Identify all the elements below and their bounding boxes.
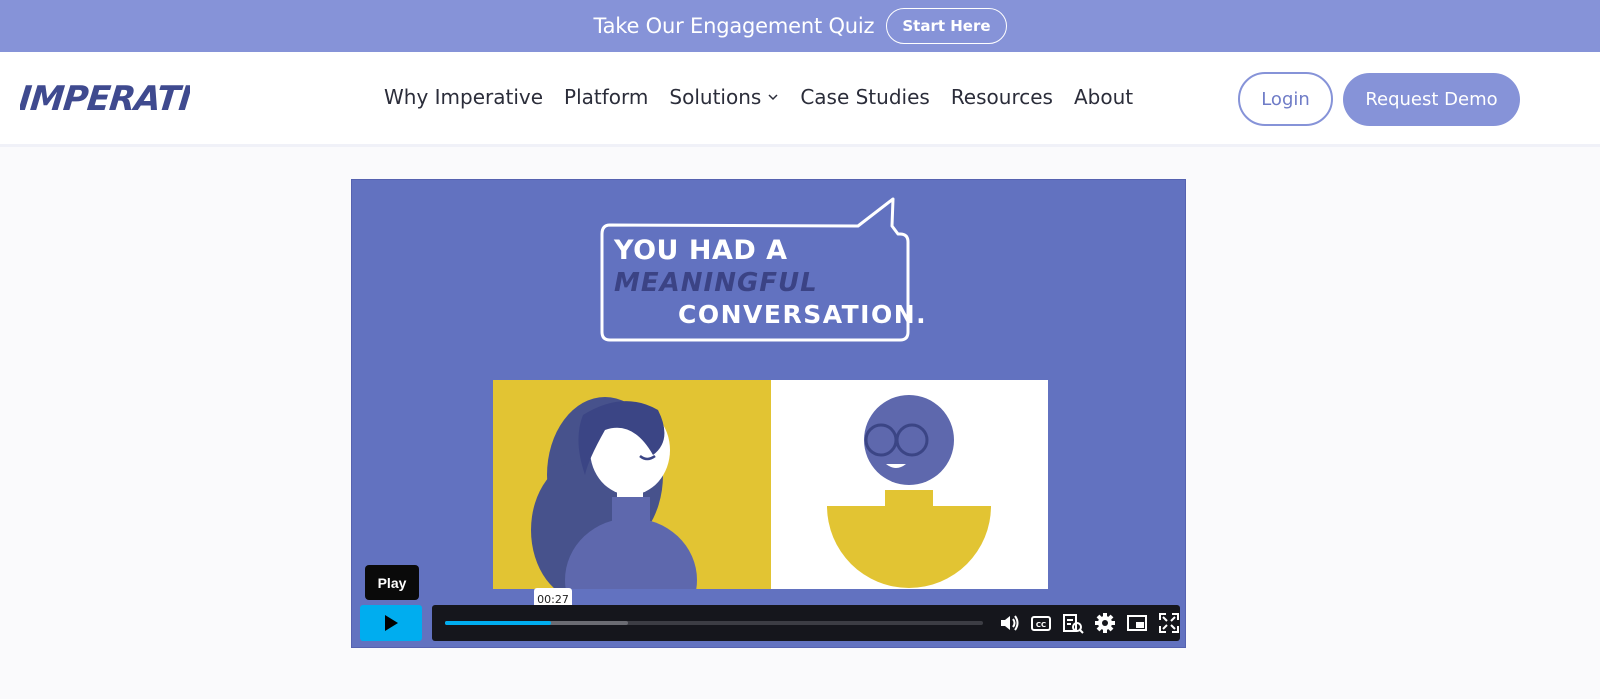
woman-illustration <box>493 380 771 589</box>
transcript-icon[interactable] <box>1062 612 1084 634</box>
nav-label: Solutions <box>669 85 762 109</box>
nav-case-studies[interactable]: Case Studies <box>800 85 930 109</box>
video-player[interactable]: YOU HAD A MEANINGFUL CONVERSATION. Play <box>351 179 1186 648</box>
svg-text:IMPERATIVE: IMPERATIVE <box>20 79 190 119</box>
nav-resources[interactable]: Resources <box>951 85 1053 109</box>
progress-bar[interactable] <box>445 621 983 625</box>
start-here-button[interactable]: Start Here <box>886 8 1007 44</box>
chevron-down-icon <box>768 94 778 101</box>
nav-label: Resources <box>950 85 1053 109</box>
caption-line-1: YOU HAD A <box>614 235 788 266</box>
nav-platform[interactable]: Platform <box>564 85 648 109</box>
nav-label: Why Imperative <box>384 85 544 109</box>
nav-why-imperative[interactable]: Why Imperative <box>384 85 543 109</box>
play-button[interactable] <box>360 605 422 641</box>
volume-icon[interactable] <box>998 612 1020 634</box>
video-caption: YOU HAD A MEANINGFUL CONVERSATION. <box>614 235 927 329</box>
promo-text: Take Our Engagement Quiz <box>593 14 875 38</box>
main-nav: Why Imperative Platform Solutions Case S… <box>384 85 1154 109</box>
caption-line-3: CONVERSATION. <box>678 300 928 329</box>
nav-solutions[interactable]: Solutions <box>669 85 779 109</box>
play-icon <box>385 615 398 631</box>
imperative-logo[interactable]: IMPERATIVE <box>20 70 190 130</box>
video-controls: CC <box>432 605 1180 641</box>
play-tooltip: Play <box>365 565 419 600</box>
request-demo-button[interactable]: Request Demo <box>1343 73 1520 126</box>
settings-icon[interactable] <box>1094 612 1116 634</box>
man-illustration <box>771 380 1048 589</box>
played-bar <box>445 621 551 625</box>
caption-line-2: MEANINGFUL <box>614 268 818 298</box>
login-button[interactable]: Login <box>1238 72 1333 126</box>
svg-text:CC: CC <box>1036 621 1046 629</box>
captions-icon[interactable]: CC <box>1030 612 1052 634</box>
pip-icon[interactable] <box>1126 612 1148 634</box>
nav-label: About <box>1073 85 1134 109</box>
fullscreen-icon[interactable] <box>1158 612 1180 634</box>
nav-label: Case Studies <box>800 85 930 109</box>
site-header: IMPERATIVE Why Imperative Platform Solut… <box>0 52 1600 147</box>
promo-bar: Take Our Engagement Quiz Start Here <box>0 0 1600 52</box>
nav-label: Platform <box>564 85 649 109</box>
nav-about[interactable]: About <box>1074 85 1133 109</box>
